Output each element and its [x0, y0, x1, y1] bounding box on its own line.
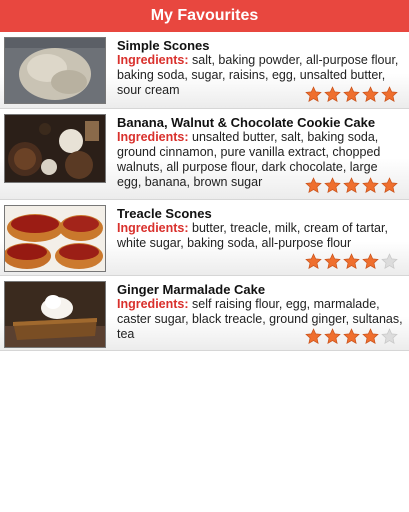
star-filled-icon [324, 177, 341, 193]
star-filled-icon [343, 177, 360, 193]
recipe-thumbnail [4, 37, 106, 104]
recipe-title: Treacle Scones [117, 206, 212, 221]
star-filled-icon [324, 328, 341, 344]
star-empty-icon [381, 328, 398, 344]
star-filled-icon [324, 253, 341, 269]
ingredients-label: Ingredients: [117, 221, 189, 235]
rating-stars [305, 177, 398, 194]
star-filled-icon [362, 253, 379, 269]
favourites-list: Simple Scones Ingredients: salt, baking … [0, 32, 409, 351]
recipe-item-banana-walnut-cake[interactable]: Banana, Walnut & Chocolate Cookie Cake I… [0, 109, 409, 200]
rating-stars [305, 328, 398, 345]
star-filled-icon [343, 328, 360, 344]
recipe-thumbnail [4, 281, 106, 348]
star-empty-icon [381, 253, 398, 269]
recipe-title: Banana, Walnut & Chocolate Cookie Cake [117, 115, 376, 130]
star-filled-icon [305, 177, 322, 193]
star-filled-icon [305, 328, 322, 344]
star-filled-icon [343, 86, 360, 102]
star-filled-icon [324, 86, 341, 102]
recipe-item-simple-scones[interactable]: Simple Scones Ingredients: salt, baking … [0, 32, 409, 109]
ingredients-label: Ingredients: [117, 130, 189, 144]
page-title: My Favourites [150, 7, 259, 24]
recipe-ingredients: Ingredients: butter, treacle, milk, crea… [117, 221, 403, 251]
recipe-thumbnail [4, 114, 106, 183]
star-filled-icon [343, 253, 360, 269]
star-filled-icon [362, 177, 379, 193]
recipe-item-ginger-marmalade-cake[interactable]: Ginger Marmalade Cake Ingredients: self … [0, 276, 409, 351]
recipe-title: Ginger Marmalade Cake [117, 282, 266, 297]
recipe-item-treacle-scones[interactable]: Treacle Scones Ingredients: butter, trea… [0, 200, 409, 276]
star-filled-icon [305, 86, 322, 102]
rating-stars [305, 86, 398, 103]
star-filled-icon [362, 328, 379, 344]
star-filled-icon [305, 253, 322, 269]
recipe-title: Simple Scones [117, 38, 210, 53]
ingredients-label: Ingredients: [117, 53, 189, 67]
star-filled-icon [381, 177, 398, 193]
star-filled-icon [381, 86, 398, 102]
ingredients-label: Ingredients: [117, 297, 189, 311]
rating-stars [305, 253, 398, 270]
star-filled-icon [362, 86, 379, 102]
recipe-thumbnail [4, 205, 106, 272]
app-header: My Favourites [0, 0, 409, 32]
